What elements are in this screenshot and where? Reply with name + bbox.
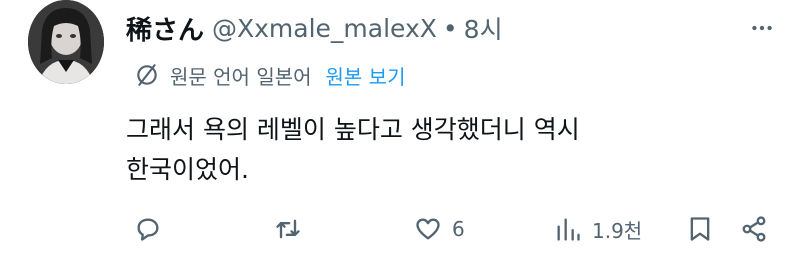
tweet-text: 그래서 욕의 레벨이 높다고 생각했더니 역시 한국이었어. [126,110,746,190]
tweet[interactable]: 稀さん @Xxmale_malexX • 8시 원문 언어 일본어 원본 보기 … [0,0,800,278]
retweet-icon [276,219,300,239]
avatar[interactable] [28,0,104,84]
tweet-text-line: 한국이었어. [126,155,249,184]
share-button[interactable] [740,208,768,250]
user-handle[interactable]: @Xxmale_malexX [212,14,437,43]
more-button[interactable] [744,10,780,46]
like-button[interactable]: 6 [414,208,465,250]
separator-dot: • [442,13,458,43]
reply-button[interactable] [134,208,172,250]
bookmark-button[interactable] [686,208,714,250]
display-name[interactable]: 稀さん [126,10,204,47]
timestamp[interactable]: 8시 [464,10,503,46]
views-icon [557,218,580,241]
like-count: 6 [452,217,465,241]
tweet-header: 稀さん @Xxmale_malexX • 8시 [126,8,503,48]
bookmark-icon [690,217,710,241]
more-icon [752,25,772,31]
views-count: 1.9천 [592,218,643,243]
tweet-text-line: 그래서 욕의 레벨이 높다고 생각했더니 역시 [126,115,580,144]
globe-off-icon [137,64,157,86]
reply-icon [137,218,159,241]
show-original-link[interactable]: 원본 보기 [326,61,406,90]
views-button[interactable]: 1.9천 [554,208,642,250]
share-icon [742,216,766,242]
retweet-button[interactable] [274,208,312,250]
heart-icon [416,218,440,240]
translation-note: 원문 언어 일본어 [170,64,312,89]
action-bar: 6 1.9천 [120,208,780,250]
translation-notice: 원문 언어 일본어 원본 보기 [134,56,405,94]
